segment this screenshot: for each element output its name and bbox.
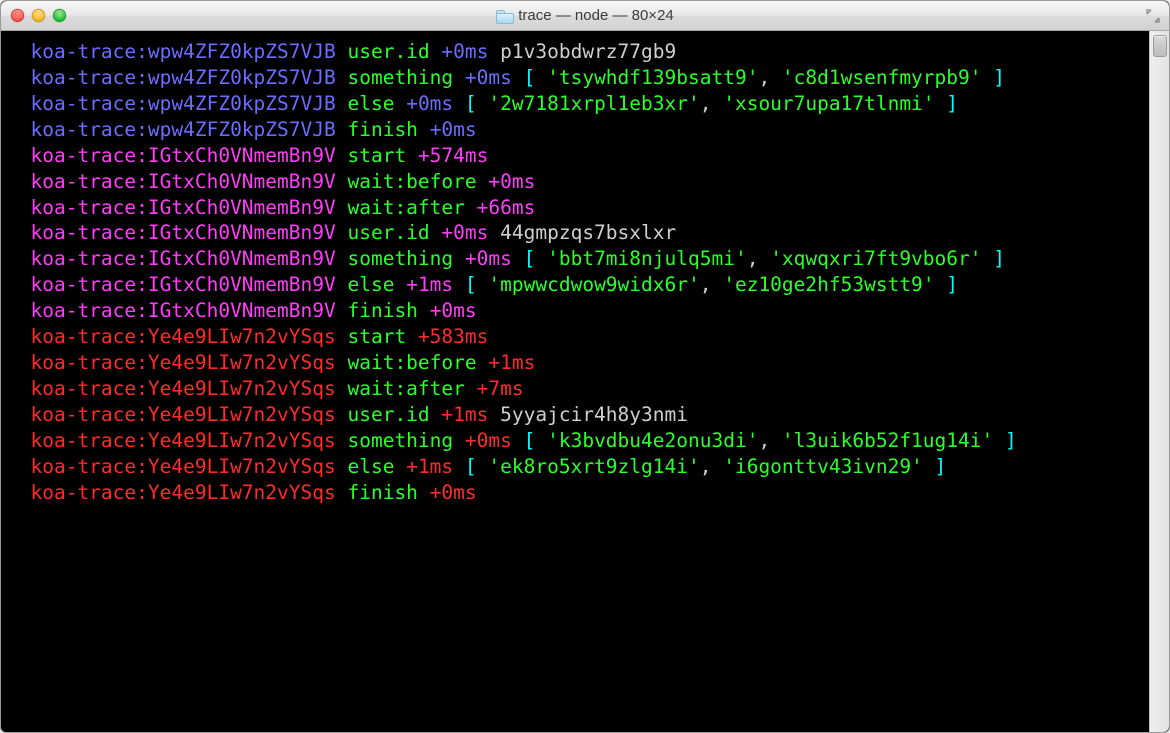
log-line: koa-trace:IGtxCh0VNmemBn9V user.id +0ms …: [7, 220, 1147, 246]
terminal-window: trace — node — 80×24 koa-trace:wpw4ZFZ0k…: [0, 0, 1170, 733]
log-line: koa-trace:IGtxCh0VNmemBn9V finish +0ms: [7, 298, 1147, 324]
log-line: koa-trace:wpw4ZFZ0kpZS7VJB something +0m…: [7, 65, 1147, 91]
log-line: koa-trace:Ye4e9LIw7n2vYSqs else +1ms [ '…: [7, 454, 1147, 480]
log-line: koa-trace:Ye4e9LIw7n2vYSqs user.id +1ms …: [7, 402, 1147, 428]
terminal-output[interactable]: koa-trace:wpw4ZFZ0kpZS7VJB user.id +0ms …: [1, 31, 1149, 732]
log-line: koa-trace:IGtxCh0VNmemBn9V else +1ms [ '…: [7, 272, 1147, 298]
window-title-text: trace — node — 80×24: [518, 7, 674, 24]
log-line: koa-trace:IGtxCh0VNmemBn9V wait:before +…: [7, 169, 1147, 195]
scrollbar[interactable]: [1149, 31, 1169, 732]
log-line: koa-trace:Ye4e9LIw7n2vYSqs finish +0ms: [7, 480, 1147, 506]
window-titlebar[interactable]: trace — node — 80×24: [1, 1, 1169, 31]
log-line: koa-trace:Ye4e9LIw7n2vYSqs start +583ms: [7, 324, 1147, 350]
folder-icon: [496, 10, 512, 22]
log-line: koa-trace:wpw4ZFZ0kpZS7VJB finish +0ms: [7, 117, 1147, 143]
window-title: trace — node — 80×24: [1, 7, 1169, 24]
fullscreen-icon[interactable]: [1145, 8, 1161, 24]
log-line: koa-trace:Ye4e9LIw7n2vYSqs wait:after +7…: [7, 376, 1147, 402]
log-line: koa-trace:wpw4ZFZ0kpZS7VJB else +0ms [ '…: [7, 91, 1147, 117]
minimize-icon[interactable]: [32, 9, 45, 22]
log-line: koa-trace:Ye4e9LIw7n2vYSqs wait:before +…: [7, 350, 1147, 376]
window-content: koa-trace:wpw4ZFZ0kpZS7VJB user.id +0ms …: [1, 31, 1169, 732]
close-icon[interactable]: [11, 9, 24, 22]
zoom-icon[interactable]: [53, 9, 66, 22]
log-line: koa-trace:Ye4e9LIw7n2vYSqs something +0m…: [7, 428, 1147, 454]
scroll-thumb[interactable]: [1153, 35, 1167, 57]
log-line: koa-trace:IGtxCh0VNmemBn9V something +0m…: [7, 246, 1147, 272]
traffic-lights: [11, 9, 66, 22]
log-line: koa-trace:wpw4ZFZ0kpZS7VJB user.id +0ms …: [7, 39, 1147, 65]
log-line: koa-trace:IGtxCh0VNmemBn9V start +574ms: [7, 143, 1147, 169]
log-line: koa-trace:IGtxCh0VNmemBn9V wait:after +6…: [7, 195, 1147, 221]
